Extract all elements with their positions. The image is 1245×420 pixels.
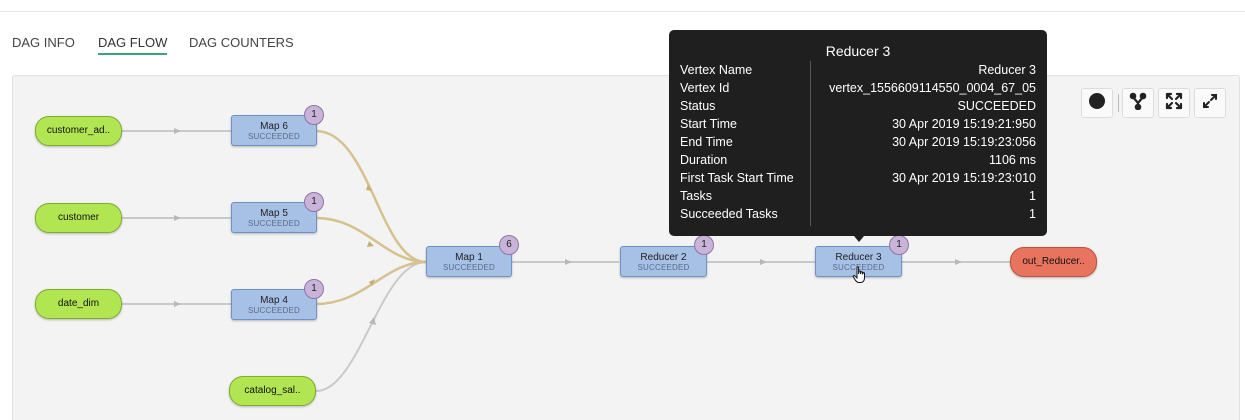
output-node-out-reducer[interactable]: out_Reducer.. bbox=[1010, 247, 1097, 277]
tooltip-row: Tasks 1 bbox=[669, 189, 1047, 207]
branch-icon bbox=[1129, 92, 1147, 115]
vertex-status: SUCCEEDED bbox=[247, 306, 301, 315]
tooltip-key: Status bbox=[680, 99, 716, 113]
tooltip-key: End Time bbox=[680, 135, 733, 149]
tooltip-key: Succeeded Tasks bbox=[680, 207, 778, 221]
tooltip-value: 1 bbox=[1029, 189, 1036, 203]
task-count-badge: 1 bbox=[304, 105, 324, 125]
arrow-marker bbox=[367, 241, 374, 247]
task-count-badge: 1 bbox=[304, 279, 324, 299]
arrow-marker bbox=[565, 259, 572, 265]
tooltip-value: 30 Apr 2019 15:19:23:010 bbox=[892, 171, 1036, 185]
tooltip-value: SUCCEEDED bbox=[957, 99, 1037, 113]
fullscreen-icon bbox=[1201, 92, 1219, 115]
input-node-label: catalog_sal.. bbox=[244, 385, 301, 396]
fit-to-screen-button[interactable] bbox=[1158, 88, 1190, 118]
vertex-name: Reducer 2 bbox=[640, 252, 687, 263]
vertex-status: SUCCEEDED bbox=[247, 219, 301, 228]
dag-links bbox=[122, 128, 1010, 392]
tooltip-value: 30 Apr 2019 15:19:21:950 bbox=[892, 117, 1036, 131]
tooltip-row: End Time 30 Apr 2019 15:19:23:056 bbox=[669, 135, 1047, 153]
task-count-badge: 1 bbox=[694, 235, 714, 255]
vertex-name: Map 4 bbox=[260, 295, 288, 306]
vertex-status: SUCCEEDED bbox=[442, 263, 496, 272]
toolbar-separator bbox=[1118, 94, 1119, 112]
vertex-status: SUCCEEDED bbox=[247, 132, 301, 141]
tooltip-row: Status SUCCEEDED bbox=[669, 99, 1047, 117]
task-count-badge: 6 bbox=[499, 235, 519, 255]
input-node-label: customer bbox=[57, 212, 100, 223]
vertex-name: Map 5 bbox=[260, 208, 288, 219]
link-map6-map1 bbox=[315, 129, 427, 264]
toggle-layout-button[interactable] bbox=[1081, 88, 1113, 118]
tooltip-row: Vertex Name Reducer 3 bbox=[669, 63, 1047, 81]
input-node-customer-ad[interactable]: customer_ad.. bbox=[35, 116, 122, 146]
task-count-badge: 1 bbox=[304, 192, 324, 212]
tooltip-row: Succeeded Tasks 1 bbox=[669, 207, 1047, 225]
tooltip-value: 1106 ms bbox=[988, 153, 1036, 167]
circle-icon bbox=[1088, 92, 1106, 115]
input-node-date-dim[interactable]: date_dim bbox=[35, 289, 122, 319]
tooltip-title: Reducer 3 bbox=[825, 43, 891, 59]
vertex-map1[interactable]: Map 1 SUCCEEDED bbox=[426, 246, 512, 277]
arrow-marker bbox=[174, 128, 181, 134]
fit-icon bbox=[1165, 92, 1183, 115]
tooltip-key: Start Time bbox=[680, 117, 737, 131]
vertex-name: Reducer 3 bbox=[835, 252, 882, 263]
arrow-marker bbox=[760, 259, 767, 265]
vertex-status: SUCCEEDED bbox=[637, 263, 690, 272]
tooltip-key: Vertex Id bbox=[680, 81, 730, 95]
vertex-map5[interactable]: Map 5 SUCCEEDED bbox=[231, 202, 317, 233]
tooltip-value: Reducer 3 bbox=[978, 63, 1036, 77]
tooltip-value: 1 bbox=[1029, 207, 1036, 221]
fullscreen-button[interactable] bbox=[1194, 88, 1226, 118]
tooltip-row: Start Time 30 Apr 2019 15:19:21:950 bbox=[669, 117, 1047, 135]
output-node-label: out_Reducer.. bbox=[1022, 256, 1085, 267]
task-count-badge: 1 bbox=[889, 235, 909, 255]
tooltip-value: 30 Apr 2019 15:19:23:056 bbox=[892, 135, 1036, 149]
vertex-name: Map 6 bbox=[260, 121, 288, 132]
tooltip-row: First Task Start Time 30 Apr 2019 15:19:… bbox=[669, 171, 1047, 189]
arrow-marker bbox=[174, 215, 181, 221]
tooltip-key: Tasks bbox=[680, 189, 712, 203]
tooltip-value: vertex_1556609114550_0004_67_05 bbox=[829, 81, 1036, 95]
arrow-marker bbox=[955, 259, 962, 265]
hand-cursor-icon bbox=[852, 266, 868, 289]
tooltip-key: Vertex Name bbox=[680, 63, 753, 77]
orientation-button[interactable] bbox=[1122, 88, 1154, 118]
input-node-customer[interactable]: customer bbox=[35, 203, 122, 233]
input-node-label: date_dim bbox=[57, 298, 100, 309]
input-node-label: customer_ad.. bbox=[46, 125, 111, 136]
tooltip-row: Vertex Id vertex_1556609114550_0004_67_0… bbox=[669, 81, 1047, 99]
vertex-map4[interactable]: Map 4 SUCCEEDED bbox=[231, 289, 317, 320]
vertex-map6[interactable]: Map 6 SUCCEEDED bbox=[231, 115, 317, 146]
vertex-reducer2[interactable]: Reducer 2 SUCCEEDED bbox=[620, 246, 707, 277]
vertex-name: Map 1 bbox=[455, 252, 483, 263]
arrow-marker bbox=[174, 301, 181, 307]
vertex-tooltip: Reducer 3 Vertex Name Reducer 3 Vertex I… bbox=[669, 30, 1047, 242]
input-node-catalog-sal[interactable]: catalog_sal.. bbox=[229, 376, 316, 406]
tooltip-key: Duration bbox=[680, 153, 728, 167]
tooltip-row: Duration 1106 ms bbox=[669, 153, 1047, 171]
tooltip-key: First Task Start Time bbox=[680, 171, 794, 185]
